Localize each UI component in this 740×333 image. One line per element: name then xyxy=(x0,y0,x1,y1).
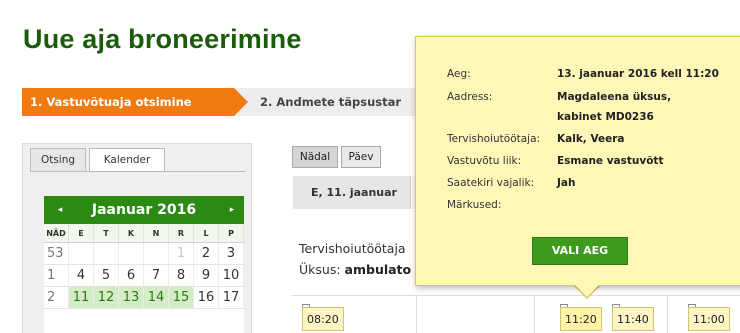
popup-label: Saatekiri vajalik: xyxy=(447,177,535,189)
calendar-day[interactable]: 9 xyxy=(194,265,219,286)
calendar-day xyxy=(144,243,169,264)
weekday-header: K xyxy=(119,224,144,242)
popup-value: 13. jaanuar 2016 kell 11:20 xyxy=(557,68,719,80)
day-view-button[interactable]: Päev xyxy=(341,146,381,168)
step-arrow-icon xyxy=(234,88,248,116)
weekday-header: E xyxy=(69,224,94,242)
unit-label: Üksus: xyxy=(299,262,341,277)
weekday-header: NÄD xyxy=(44,224,69,242)
page-title: Uue aja broneerimine xyxy=(23,24,302,54)
calendar-day-selected[interactable]: 11 xyxy=(69,287,94,308)
tab-calendar[interactable]: Kalender xyxy=(89,148,165,172)
unit-value: ambulato xyxy=(344,262,412,277)
calendar-day[interactable]: 7 xyxy=(144,265,169,286)
employee-label: Tervishoiutöötaja xyxy=(299,241,406,256)
calendar-week-row: 53 1 2 3 xyxy=(44,243,244,265)
time-slot[interactable]: 11:40 xyxy=(612,307,654,331)
calendar-day[interactable]: 3 xyxy=(219,243,244,264)
weekday-header: N xyxy=(144,224,169,242)
calendar-day: 1 xyxy=(169,243,194,264)
popup-value: Kalk, Veera xyxy=(557,133,625,145)
calendar-day[interactable]: 16 xyxy=(194,287,219,308)
select-time-button[interactable]: VALI AEG xyxy=(532,237,628,265)
calendar-day[interactable]: 6 xyxy=(119,265,144,286)
calendar-day[interactable]: 17 xyxy=(219,287,244,308)
time-slot-selected[interactable]: 11:20 xyxy=(560,307,602,331)
calendar-day-selected[interactable]: 14 xyxy=(144,287,169,308)
calendar-day[interactable]: 5 xyxy=(94,265,119,286)
calendar-month-title: Jaanuar 2016 xyxy=(44,196,244,224)
step-1-active[interactable]: 1. Vastuvõtuaja otsimine xyxy=(22,88,234,116)
week-number: 2 xyxy=(44,287,69,308)
prev-month-icon[interactable]: ◂ xyxy=(48,196,72,224)
next-month-icon[interactable]: ▸ xyxy=(220,196,244,224)
day-column-header[interactable]: E, 11. jaanuar xyxy=(293,176,411,209)
tab-divider xyxy=(30,171,246,172)
calendar-day-selected[interactable]: 15 xyxy=(169,287,194,308)
calendar-week-row: 2 11 12 13 14 15 16 17 xyxy=(44,287,244,309)
step-2[interactable]: 2. Andmete täpsustar xyxy=(260,88,401,116)
popup-pointer xyxy=(575,285,599,297)
weekday-header: L xyxy=(194,224,219,242)
popup-value: Esmane vastuvõtt xyxy=(557,155,664,167)
week-view-button[interactable]: Nädal xyxy=(292,146,338,168)
month-calendar: Jaanuar 2016 ◂ ▸ NÄD E T K N R L P 53 1 … xyxy=(44,196,244,333)
calendar-day[interactable]: 2 xyxy=(194,243,219,264)
popup-value: kabinet MD0236 xyxy=(557,111,654,123)
popup-label: Vastuvõtu liik: xyxy=(447,155,522,167)
weekday-header: T xyxy=(94,224,119,242)
calendar-day[interactable]: 10 xyxy=(219,265,244,286)
step-progress: 1. Vastuvõtuaja otsimine 2. Andmete täps… xyxy=(22,88,452,116)
popup-label: Märkused: xyxy=(447,199,502,211)
grid-col-divider xyxy=(534,295,535,333)
popup-value: Magdaleena üksus, xyxy=(557,91,672,103)
popup-value: Jah xyxy=(557,177,576,189)
popup-label: Aeg: xyxy=(447,68,471,80)
tab-search[interactable]: Otsing xyxy=(30,148,86,172)
calendar-day[interactable]: 4 xyxy=(69,265,94,286)
grid-col-divider xyxy=(416,295,417,333)
weekday-header: R xyxy=(169,224,194,242)
calendar-day[interactable]: 8 xyxy=(169,265,194,286)
calendar-day xyxy=(69,243,94,264)
grid-col-divider xyxy=(667,295,668,333)
popup-label: Aadress: xyxy=(447,91,493,103)
calendar-grid: NÄD E T K N R L P 53 1 2 3 1 4 5 6 7 8 9… xyxy=(44,224,244,309)
calendar-day-selected[interactable]: 12 xyxy=(94,287,119,308)
week-number: 1 xyxy=(44,265,69,286)
calendar-day-selected[interactable]: 13 xyxy=(119,287,144,308)
time-slot[interactable]: 08:20 xyxy=(302,307,344,331)
calendar-weekday-row: NÄD E T K N R L P xyxy=(44,224,244,243)
calendar-week-row: 1 4 5 6 7 8 9 10 xyxy=(44,265,244,287)
grid-row-divider xyxy=(292,295,740,296)
booking-page: Uue aja broneerimine 1. Vastuvõtuaja ots… xyxy=(0,0,740,333)
popup-label: Tervishoiutöötaja: xyxy=(447,133,541,145)
weekday-header: P xyxy=(219,224,244,242)
calendar-day xyxy=(119,243,144,264)
time-slot[interactable]: 11:00 xyxy=(688,307,730,331)
week-number: 53 xyxy=(44,243,69,264)
unit-row: Üksus: ambulato xyxy=(299,262,411,277)
calendar-day xyxy=(94,243,119,264)
